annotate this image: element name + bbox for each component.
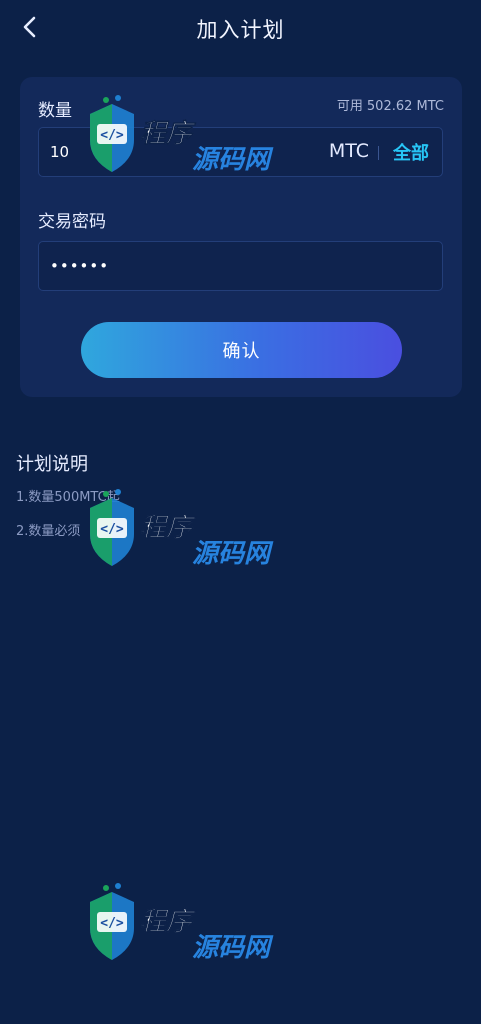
password-label: 交易密码 [38, 212, 106, 232]
svg-text:</>: </> [100, 522, 124, 537]
watermark-logo: </> 程序 源码网 [80, 92, 300, 182]
password-input[interactable] [39, 242, 419, 290]
svg-text:源码网: 源码网 [192, 145, 274, 175]
svg-text:源码网: 源码网 [192, 539, 274, 569]
plan-notes-title: 计划说明 [16, 454, 88, 475]
svg-text:程序: 程序 [140, 119, 197, 149]
separator [378, 146, 379, 160]
available-value: 502.62 MTC [366, 99, 444, 114]
watermark-logo: </> 程序 源码网 [80, 486, 300, 576]
watermark-logo: </> 程序 源码网 [80, 880, 300, 970]
confirm-button[interactable]: 确认 [81, 322, 402, 378]
svg-text:源码网: 源码网 [192, 933, 274, 963]
all-button[interactable]: 全部 [393, 139, 429, 165]
svg-text:程序: 程序 [140, 513, 197, 543]
svg-text:</>: </> [100, 916, 124, 931]
header: 加入计划 [0, 0, 481, 56]
available-balance: 可用 502.62 MTC [337, 95, 444, 114]
quantity-label: 数量 [38, 101, 72, 121]
page-title: 加入计划 [196, 18, 285, 42]
available-label: 可用 [336, 99, 363, 114]
svg-text:程序: 程序 [140, 907, 197, 937]
password-field [38, 241, 443, 291]
unit-label: MTC [328, 140, 369, 162]
svg-text:</>: </> [100, 128, 124, 143]
plan-note-item: 2.数量必须 [16, 524, 81, 539]
